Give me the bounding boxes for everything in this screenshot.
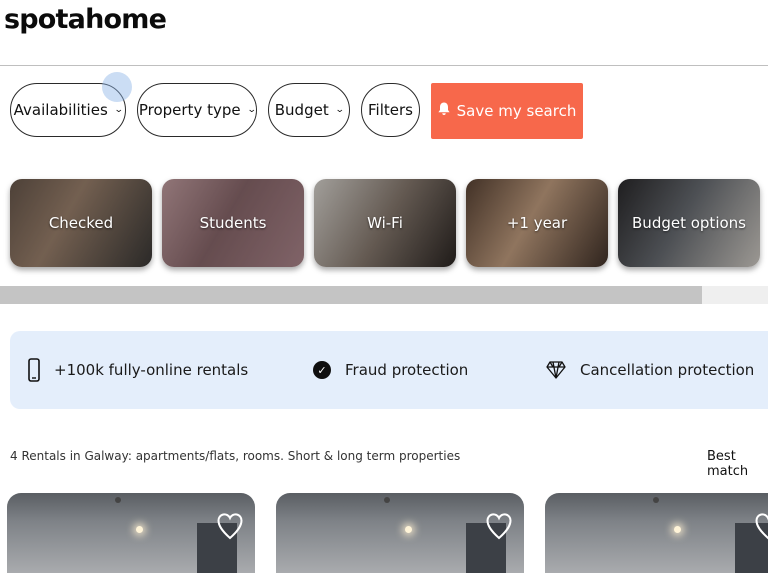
category-label: Students <box>199 214 267 232</box>
header-divider <box>0 65 768 66</box>
listing-card[interactable] <box>276 493 524 573</box>
category-label: Budget options <box>632 214 746 232</box>
check-circle-icon: ✓ <box>313 361 331 379</box>
ceiling-light <box>136 526 143 533</box>
ceiling-light <box>405 526 412 533</box>
category-budget-options[interactable]: Budget options <box>618 179 760 267</box>
property-type-label: Property type <box>138 101 241 119</box>
favorite-heart-icon[interactable] <box>486 511 512 541</box>
category-students[interactable]: Students <box>162 179 304 267</box>
benefits-banner: +100k fully-online rentals ✓ Fraud prote… <box>10 331 768 409</box>
save-search-label: Save my search <box>456 102 577 120</box>
category-one-year[interactable]: +1 year <box>466 179 608 267</box>
benefit-label: Fraud protection <box>345 361 469 379</box>
category-label: +1 year <box>506 214 568 232</box>
bell-icon <box>438 102 450 120</box>
results-summary: 4 Rentals in Galway: apartments/flats, r… <box>10 449 461 463</box>
diamond-icon <box>546 361 566 379</box>
listing-card[interactable] <box>7 493 255 573</box>
filters-label: Filters <box>368 101 413 119</box>
property-type-filter[interactable]: Property type ⌄ <box>137 83 257 137</box>
category-checked[interactable]: Checked <box>10 179 152 267</box>
phone-icon <box>28 358 40 382</box>
favorite-heart-icon[interactable] <box>217 511 243 541</box>
category-label: Wi-Fi <box>367 214 403 232</box>
category-label: Checked <box>48 214 114 232</box>
benefit-cancellation-protection: Cancellation protection <box>546 331 754 409</box>
benefit-label: Cancellation protection <box>580 361 755 379</box>
budget-filter[interactable]: Budget ⌄ <box>268 83 350 137</box>
budget-label: Budget <box>274 101 329 119</box>
click-ripple <box>102 72 132 102</box>
sort-dropdown[interactable]: Best match <box>707 449 768 479</box>
scrollbar-thumb[interactable] <box>0 286 702 304</box>
ceiling-fixture <box>115 497 121 503</box>
ceiling-light <box>674 526 681 533</box>
ceiling-fixture <box>384 497 390 503</box>
ceiling-fixture <box>653 497 659 503</box>
listing-card[interactable] <box>545 493 768 573</box>
spotahome-logo[interactable]: spotahome <box>4 4 167 35</box>
chevron-down-icon: ⌄ <box>113 105 124 115</box>
save-search-button[interactable]: Save my search <box>431 83 583 139</box>
favorite-heart-icon[interactable] <box>755 511 768 541</box>
benefit-fraud-protection: ✓ Fraud protection <box>313 331 468 409</box>
benefit-online-rentals: +100k fully-online rentals <box>28 331 248 409</box>
filters-button[interactable]: Filters <box>361 83 420 137</box>
benefit-label: +100k fully-online rentals <box>54 361 249 379</box>
chevron-down-icon: ⌄ <box>246 105 257 115</box>
chevron-down-icon: ⌄ <box>334 105 345 115</box>
availabilities-label: Availabilities <box>13 101 108 119</box>
category-wifi[interactable]: Wi-Fi <box>314 179 456 267</box>
